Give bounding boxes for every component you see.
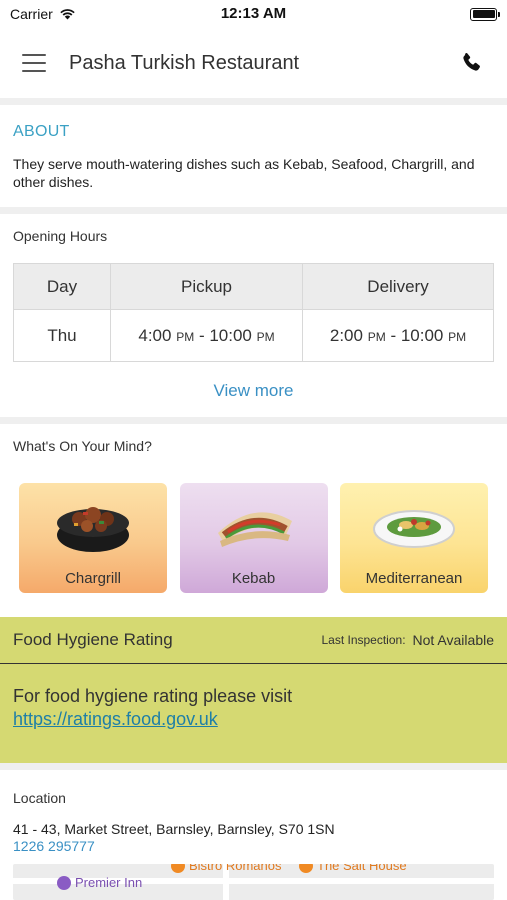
mediterranean-plate-icon	[373, 510, 455, 548]
food-hygiene-section: Food Hygiene Rating Last Inspection: Not…	[0, 617, 507, 763]
map-poi-bistro: Bistro Romanos	[171, 864, 281, 873]
delivery-close: 10:00	[400, 325, 444, 345]
map-poi-salt-house: The Salt House	[299, 864, 407, 873]
food-hygiene-body: For food hygiene rating please visit htt…	[0, 664, 507, 763]
chargrill-bowl-icon	[57, 507, 129, 552]
status-time: 12:13 AM	[220, 5, 287, 22]
table-row: Thu 4:00 PM - 10:00 PM 2:00 PM - 10:00 P…	[13, 309, 494, 362]
battery-icon	[470, 7, 500, 21]
address-text: 41 - 43, Market Street, Barnsley, Barnsl…	[13, 821, 335, 837]
menu-icon[interactable]	[22, 54, 46, 72]
location-map[interactable]: Bistro Romanos The Salt House Premier In…	[13, 864, 494, 900]
cell-delivery-hours: 2:00 PM - 10:00 PM	[302, 309, 494, 362]
opening-hours-section: Opening Hours Day Pickup Delivery Thu 4:…	[0, 214, 507, 417]
header-day: Day	[13, 263, 111, 310]
section-divider	[0, 207, 507, 214]
pickup-close-suffix: PM	[256, 329, 275, 344]
phone-call-button[interactable]	[457, 49, 485, 77]
opening-hours-label: Opening Hours	[13, 228, 108, 244]
food-hygiene-link[interactable]: https://ratings.food.gov.uk	[13, 709, 494, 730]
table-header-row: Day Pickup Delivery	[13, 263, 494, 310]
pickup-close: 10:00	[209, 325, 252, 345]
pickup-sep: -	[198, 325, 210, 345]
whats-on-mind-section: What's On Your Mind? Chargrill Kebab Med…	[0, 424, 507, 605]
nav-bar: Pasha Turkish Restaurant	[0, 28, 507, 98]
delivery-open: 2:00	[329, 325, 363, 345]
view-more-link[interactable]: View more	[13, 381, 494, 401]
phone-number-link[interactable]: 1226 295777	[13, 838, 494, 854]
restaurant-pin-icon	[171, 864, 185, 873]
status-bar: Carrier 12:13 AM	[0, 0, 507, 28]
food-hygiene-text: For food hygiene rating please visit	[13, 686, 293, 706]
cell-day: Thu	[13, 309, 111, 362]
whats-on-mind-label: What's On Your Mind?	[13, 438, 152, 454]
category-label: Kebab	[231, 570, 276, 587]
section-divider	[0, 417, 507, 424]
restaurant-pin-icon	[299, 864, 313, 873]
delivery-sep: -	[390, 325, 401, 345]
category-cards: Chargrill Kebab Mediterranean	[13, 483, 494, 593]
pickup-open: 4:00	[138, 325, 172, 345]
wifi-icon	[60, 9, 75, 20]
last-inspection-value: Not Available	[412, 632, 494, 648]
status-left: Carrier	[10, 6, 76, 22]
last-inspection-label: Last Inspection:	[321, 633, 406, 647]
about-title: ABOUT	[13, 123, 70, 140]
category-label: Mediterranean	[365, 570, 463, 587]
header-pickup: Pickup	[110, 263, 303, 310]
food-hygiene-title: Food Hygiene Rating	[13, 630, 173, 649]
category-card-kebab[interactable]: Kebab	[179, 483, 328, 593]
delivery-open-suffix: PM	[367, 329, 386, 344]
delivery-close-suffix: PM	[448, 329, 467, 344]
category-card-chargrill[interactable]: Chargrill	[19, 483, 167, 593]
about-section: ABOUT They serve mouth-watering dishes s…	[0, 105, 507, 207]
header-delivery: Delivery	[302, 263, 494, 310]
pickup-open-suffix: PM	[176, 329, 195, 344]
location-section: Location 41 - 43, Market Street, Barnsle…	[0, 770, 507, 854]
cell-pickup-hours: 4:00 PM - 10:00 PM	[110, 309, 303, 362]
section-divider	[0, 763, 507, 770]
opening-hours-table: Day Pickup Delivery Thu 4:00 PM - 10:00 …	[13, 263, 494, 362]
section-divider	[0, 98, 507, 105]
category-label: Chargrill	[65, 570, 121, 587]
about-text: They serve mouth-watering dishes such as…	[13, 156, 475, 190]
page-title: Pasha Turkish Restaurant	[69, 51, 300, 74]
category-card-mediterranean[interactable]: Mediterranean	[340, 483, 488, 593]
hotel-pin-icon	[57, 875, 71, 890]
map-poi-premier-inn: Premier Inn	[57, 875, 142, 890]
carrier-label: Carrier	[10, 6, 53, 22]
food-hygiene-header: Food Hygiene Rating Last Inspection: Not…	[0, 617, 507, 664]
phone-icon	[463, 53, 480, 71]
location-label: Location	[13, 790, 66, 806]
kebab-wrap-icon	[217, 512, 292, 547]
